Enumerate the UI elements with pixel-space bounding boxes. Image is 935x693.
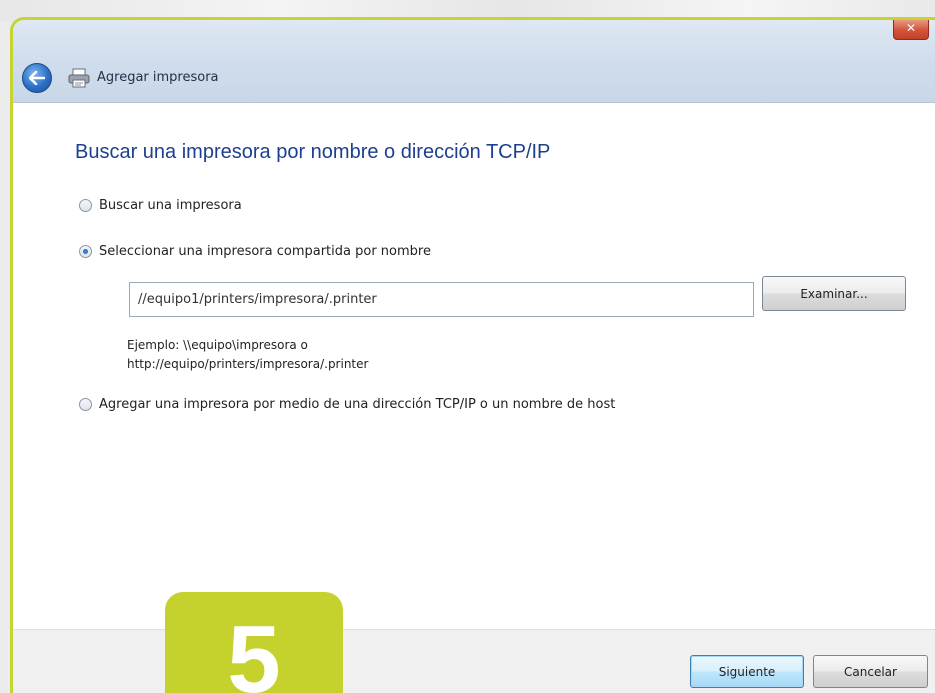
close-button[interactable]: ✕ xyxy=(893,20,929,40)
radio-button-selected[interactable] xyxy=(79,245,92,258)
window-title: Agregar impresora xyxy=(97,70,219,85)
printer-icon xyxy=(68,68,90,88)
shared-printer-path-input[interactable] xyxy=(129,282,754,317)
page-heading: Buscar una impresora por nombre o direcc… xyxy=(75,141,551,163)
add-printer-window: ✕ Agregar impresora Buscar una impresora… xyxy=(10,17,935,693)
option-label: Seleccionar una impresora compartida por… xyxy=(99,244,431,259)
example-text: Ejemplo: \\equipo\impresora o http://equ… xyxy=(127,336,368,374)
option-shared-by-name[interactable]: Seleccionar una impresora compartida por… xyxy=(79,244,431,259)
example-line-1: Ejemplo: \\equipo\impresora o xyxy=(127,338,308,352)
option-search-printer[interactable]: Buscar una impresora xyxy=(79,198,242,213)
example-line-2: http://equipo/printers/impresora/.printe… xyxy=(127,357,369,371)
arrow-left-icon xyxy=(29,71,45,85)
option-tcp-ip[interactable]: Agregar una impresora por medio de una d… xyxy=(79,397,615,412)
cancel-button[interactable]: Cancelar xyxy=(813,655,928,688)
option-label: Agregar una impresora por medio de una d… xyxy=(99,397,616,412)
title-bar: ✕ Agregar impresora xyxy=(13,20,935,103)
dialog-footer: Siguiente Cancelar xyxy=(13,629,935,693)
browse-button[interactable]: Examinar... xyxy=(762,276,906,311)
step-number-badge: 5 xyxy=(165,592,343,693)
step-number: 5 xyxy=(227,606,281,693)
radio-button[interactable] xyxy=(79,199,92,212)
close-icon: ✕ xyxy=(905,21,917,35)
radio-button[interactable] xyxy=(79,398,92,411)
next-button[interactable]: Siguiente xyxy=(690,655,804,688)
option-label: Buscar una impresora xyxy=(99,198,242,213)
back-button[interactable] xyxy=(22,63,52,93)
